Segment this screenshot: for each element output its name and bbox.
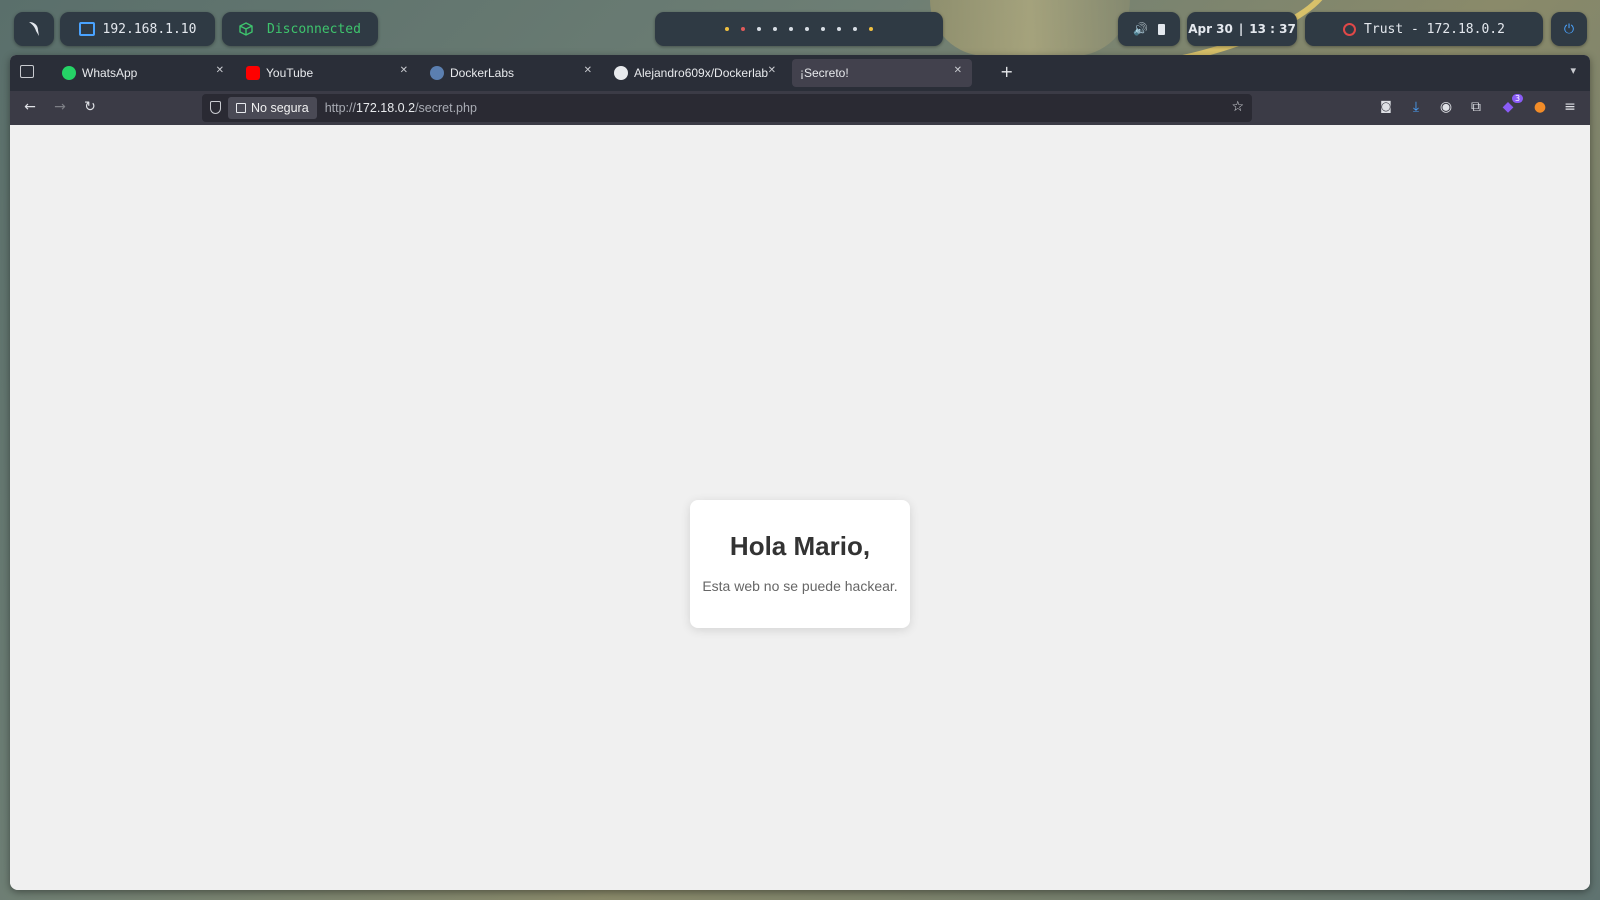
extension-badge: 3: [1512, 94, 1524, 103]
clock-time: 13 : 37: [1249, 22, 1296, 36]
message-card: Hola Mario, Esta web no se puede hackear…: [690, 500, 910, 628]
launcher-button[interactable]: [14, 12, 54, 46]
message-text: Esta web no se puede hackear.: [702, 578, 898, 594]
workspaces[interactable]: [655, 12, 943, 46]
forward-button[interactable]: →: [50, 99, 70, 115]
insecure-lock-icon: [236, 103, 246, 113]
workspace-dot[interactable]: [725, 27, 729, 31]
menu-icon[interactable]: ≡: [1560, 99, 1580, 115]
tab-label: ¡Secreto!: [800, 66, 849, 80]
workspace-dot[interactable]: [789, 27, 793, 31]
tab-4[interactable]: Alejandro609x/Dockerlab ✕: [606, 59, 786, 87]
workspace-dot[interactable]: [821, 27, 825, 31]
extensions-icon[interactable]: ⧉: [1466, 99, 1486, 115]
whatsapp-icon: [62, 66, 76, 80]
browser-window: WhatsApp ✕ YouTube ✕ DockerLabs ✕ Alejandro609…: [10, 55, 1590, 890]
tab-list-chevron-icon[interactable]: ▾: [1570, 64, 1576, 77]
clock-date: Apr 30: [1188, 22, 1233, 36]
ip-indicator: 192.168.1.10: [60, 12, 215, 46]
battery-icon[interactable]: [1157, 23, 1165, 35]
workspace-dot[interactable]: [869, 27, 873, 31]
tab-label: DockerLabs: [450, 66, 515, 80]
tab-label: Alejandro609x/Dockerlab: [634, 66, 769, 80]
url-host: 172.18.0.2: [355, 101, 416, 115]
volume-icon[interactable]: 🔊: [1133, 22, 1148, 36]
shield-icon[interactable]: [210, 101, 221, 114]
workspace-dots[interactable]: [725, 27, 873, 31]
pocket-icon[interactable]: ◙: [1376, 99, 1396, 113]
system-tray[interactable]: 🔊: [1118, 12, 1180, 46]
tab-close-icon[interactable]: ✕: [768, 65, 776, 76]
greeting-heading: Hola Mario,: [729, 531, 871, 561]
url-bar[interactable]: No segura http://172.18.0.2/secret.php ☆: [202, 94, 1252, 122]
tab-3[interactable]: DockerLabs ✕: [422, 59, 602, 87]
reload-button[interactable]: ↻: [80, 99, 100, 115]
github-icon: [614, 66, 628, 80]
ip-address: 192.168.1.10: [102, 21, 197, 37]
vpn-cube-icon: [239, 22, 253, 36]
tab-close-icon[interactable]: ✕: [584, 65, 592, 76]
tab-5[interactable]: ¡Secreto! ✕: [792, 59, 972, 87]
tab-1[interactable]: WhatsApp ✕: [54, 59, 234, 87]
navigation-bar: ← → ↻ No segura http://172.18.0.2/secret…: [10, 91, 1590, 125]
target-indicator: Trust - 172.18.0.2: [1305, 12, 1543, 46]
power-button[interactable]: ⏻: [1551, 12, 1587, 46]
kali-dragon-icon: [29, 22, 39, 36]
tab-2[interactable]: YouTube ✕: [238, 59, 418, 87]
power-icon: ⏻: [1563, 21, 1575, 37]
clock: Apr 30 | 13 : 37: [1187, 12, 1297, 46]
connection-security-badge[interactable]: No segura: [228, 97, 317, 119]
foxyproxy-icon[interactable]: ●: [1530, 99, 1550, 115]
tab-close-icon[interactable]: ✕: [400, 65, 408, 76]
target-label: Trust - 172.18.0.2: [1364, 21, 1505, 37]
target-icon: [1343, 22, 1357, 36]
bookmark-star-icon[interactable]: ☆: [1231, 99, 1244, 115]
dockerlabs-icon: [430, 66, 444, 80]
workspace-dot[interactable]: [741, 27, 745, 31]
tab-label: YouTube: [266, 66, 314, 80]
workspace-dot[interactable]: [837, 27, 841, 31]
youtube-icon: [246, 66, 260, 80]
downloads-icon[interactable]: ⤓: [1406, 99, 1426, 115]
tab-bar: WhatsApp ✕ YouTube ✕ DockerLabs ✕ Alejandro609…: [10, 55, 1590, 91]
clock-separator: |: [1238, 22, 1244, 36]
url-prefix: http://: [324, 101, 356, 115]
page-content: Hola Mario, Esta web no se puede hackear…: [10, 125, 1590, 890]
tab-label: WhatsApp: [82, 66, 138, 80]
workspace-dot[interactable]: [757, 27, 761, 31]
vpn-status: Disconnected: [222, 12, 378, 46]
workspace-dot[interactable]: [805, 27, 809, 31]
tab-close-icon[interactable]: ✕: [954, 65, 962, 76]
vpn-status-label: Disconnected: [267, 21, 361, 37]
tab-close-icon[interactable]: ✕: [216, 65, 224, 76]
new-tab-button[interactable]: +: [1000, 62, 1013, 81]
url-path: /secret.php: [415, 101, 477, 115]
workspace-dot[interactable]: [853, 27, 857, 31]
tab-manager-icon[interactable]: [20, 65, 34, 78]
url-text[interactable]: http://172.18.0.2/secret.php: [325, 101, 477, 115]
workspace-dot[interactable]: [773, 27, 777, 31]
security-label: No segura: [251, 101, 309, 115]
account-icon[interactable]: ◉: [1436, 99, 1456, 115]
back-button[interactable]: ←: [20, 99, 40, 115]
monitor-icon: [78, 22, 95, 36]
